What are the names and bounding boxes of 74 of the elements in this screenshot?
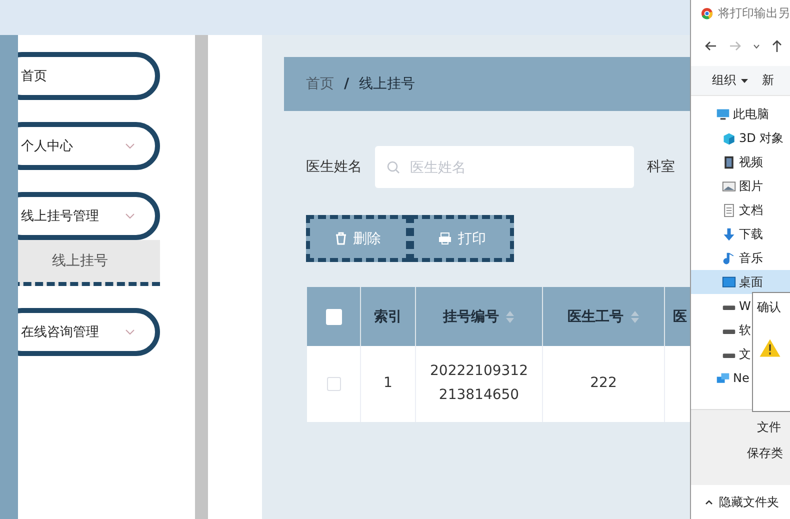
network-icon	[716, 372, 730, 384]
field-label: 科室	[647, 158, 675, 176]
form-label: 文件	[757, 418, 782, 436]
sort-icon[interactable]	[630, 310, 640, 324]
folder-tree-item[interactable]: 视频	[691, 150, 790, 174]
folder-tree-item[interactable]: 下载	[691, 222, 790, 246]
chevron-down-icon	[125, 329, 135, 335]
chevron-down-icon[interactable]	[753, 44, 760, 48]
folder-label: 文	[739, 346, 751, 362]
folder-tree-item[interactable]: 3D 对象	[691, 126, 790, 150]
back-arrow-icon[interactable]	[705, 41, 717, 51]
search-field[interactable]: 医生姓名	[375, 146, 634, 188]
column-header: 索引	[361, 287, 416, 346]
monitor-icon	[716, 108, 730, 120]
sidebar-menu-item[interactable]: 个人中心	[18, 122, 160, 170]
field-label: 医生姓名	[306, 158, 362, 176]
up-arrow-icon[interactable]	[772, 40, 782, 52]
folder-label: 视频	[739, 154, 763, 170]
forward-arrow-icon[interactable]	[729, 41, 741, 51]
sidebar-menu-item[interactable]: 首页	[18, 52, 160, 100]
folder-label: 此电脑	[733, 106, 769, 122]
folder-label: 软	[739, 322, 751, 338]
browser-logo-icon	[701, 6, 713, 20]
folder-tree-item[interactable]: 文	[691, 342, 790, 366]
table-cell: 20222109312213814650	[416, 346, 543, 422]
arrow-down-icon	[722, 228, 736, 240]
folder-label: 下载	[739, 226, 763, 242]
sort-icon[interactable]	[505, 310, 515, 324]
hide-folders-toggle[interactable]: 隐藏文件夹	[691, 485, 790, 519]
music-note-icon	[722, 252, 736, 264]
toolbar-button[interactable]: 组织	[712, 72, 748, 89]
printer-icon	[438, 232, 452, 245]
folder-tree-item[interactable]: 文档	[691, 198, 790, 222]
monitor-icon	[722, 276, 736, 288]
folder-label: W	[739, 299, 751, 313]
warning-icon	[759, 338, 781, 358]
folder-tree-item[interactable]: 桌面	[691, 270, 790, 294]
column-header: 医	[665, 287, 690, 346]
caret-up-icon	[705, 500, 713, 504]
trash-icon	[335, 232, 347, 245]
checkbox[interactable]	[326, 377, 340, 391]
folder-tree-item[interactable]: 软	[691, 318, 790, 342]
folder-label: 文档	[739, 202, 763, 218]
folder-tree-item[interactable]: Ne	[691, 366, 790, 390]
image-icon	[722, 180, 736, 192]
dialog-title: 将打印输出另	[718, 4, 790, 22]
confirm-dialog-title: 确认	[756, 299, 782, 316]
folder-tree-item[interactable]: 图片	[691, 174, 790, 198]
folder-label: 音乐	[739, 250, 763, 266]
search-icon	[387, 160, 400, 174]
search-input[interactable]: 医生姓名	[408, 158, 608, 176]
column-header: 医生工号	[543, 287, 665, 346]
column-header: 挂号编号	[416, 287, 543, 346]
folder-label: 图片	[739, 178, 763, 194]
chevron-down-icon	[125, 213, 135, 219]
form-label: 保存类	[747, 444, 784, 462]
breadcrumb-separator: /	[344, 76, 350, 92]
sidebar-menu-item[interactable]: 线上挂号管理	[18, 192, 160, 240]
document-icon	[722, 204, 736, 216]
chevron-down-icon	[125, 143, 135, 149]
folder-tree-item[interactable]: 音乐	[691, 246, 790, 270]
toolbar-button[interactable]: 新	[762, 72, 774, 89]
folder-label: 桌面	[739, 274, 763, 290]
sidebar-submenu-item[interactable]: 线上挂号	[18, 240, 160, 286]
folder-tree-item[interactable]: 此电脑	[691, 102, 790, 126]
table-cell: 1	[361, 346, 416, 422]
sidebar-menu-item[interactable]: 在线咨询管理	[18, 308, 160, 356]
breadcrumb-link[interactable]: 线上挂号	[359, 75, 416, 93]
folder-label: Ne	[733, 371, 750, 385]
table-cell: 222	[543, 346, 665, 422]
folder-label: 3D 对象	[739, 130, 784, 146]
film-icon	[722, 156, 736, 168]
cube-icon	[722, 132, 736, 144]
caret-icon	[741, 78, 748, 82]
